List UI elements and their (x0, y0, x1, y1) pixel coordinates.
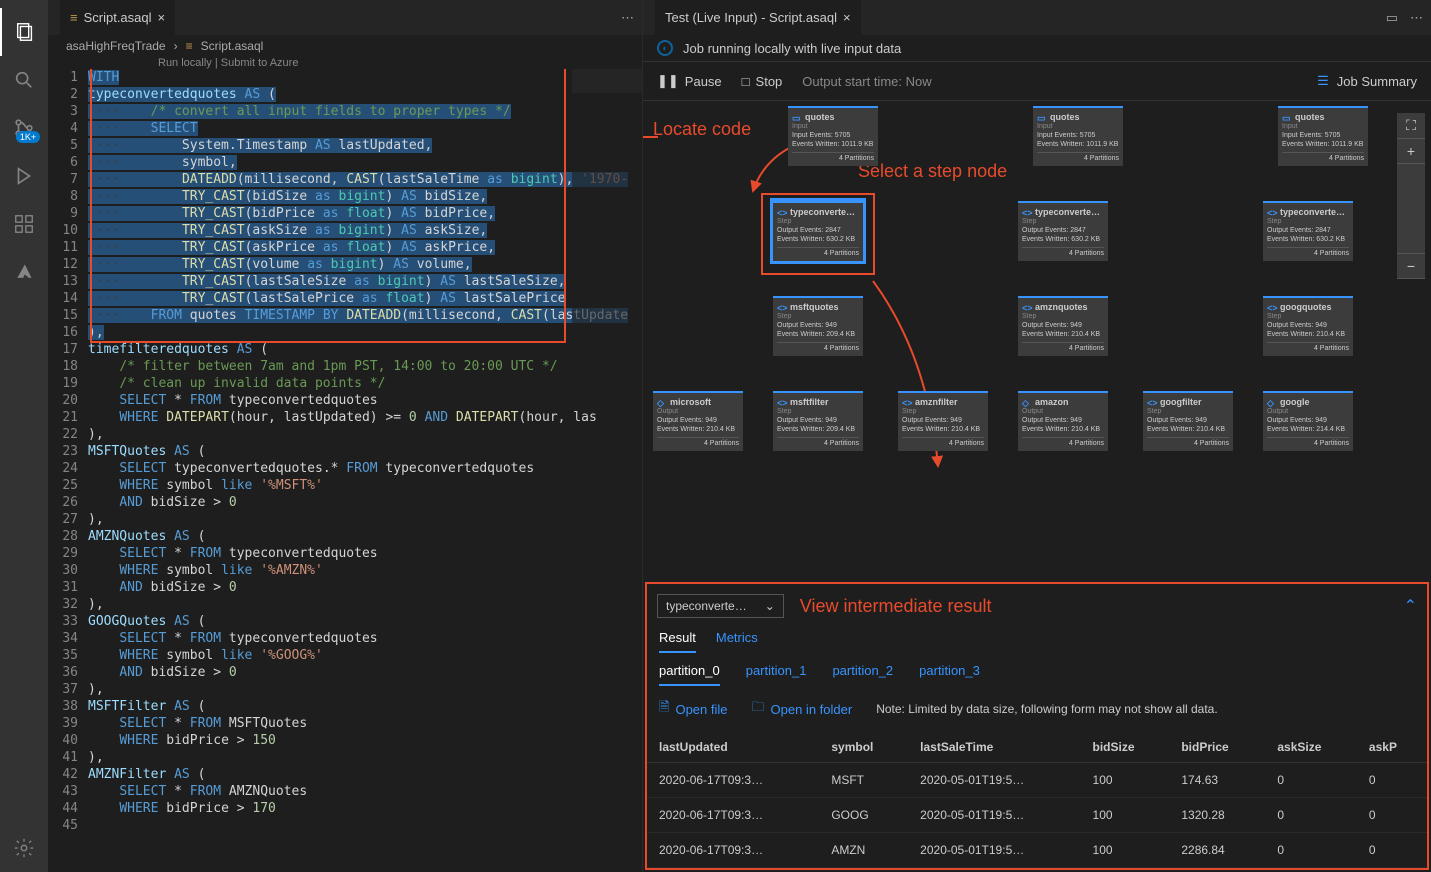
partition-0[interactable]: partition_0 (659, 663, 720, 686)
run-locally-link[interactable]: Run locally (158, 57, 212, 69)
results-panel: typeconverte… ⌄ View intermediate result… (645, 582, 1429, 870)
editor-tab[interactable]: ≡ Script.asaql × (60, 0, 175, 35)
partition-2[interactable]: partition_2 (832, 663, 893, 686)
minimap[interactable] (572, 69, 642, 369)
col-symbol[interactable]: symbol (819, 732, 908, 763)
zoom-controls: ⛶ + − (1397, 113, 1425, 279)
search-icon[interactable] (0, 56, 48, 104)
node-ms[interactable]: ◇microsoftOutputOutput Events: 949Events… (653, 391, 743, 451)
editor-tab-bar: ≡ Script.asaql × ⋯ (48, 0, 642, 35)
result-table: lastUpdatedsymbollastSaleTimebidSizebidP… (647, 732, 1427, 868)
chevron-down-icon: ⌄ (765, 599, 775, 613)
settings-icon[interactable] (0, 824, 48, 872)
col-bidPrice[interactable]: bidPrice (1169, 732, 1265, 763)
zoom-fit[interactable]: ⛶ (1397, 113, 1425, 139)
col-bidSize[interactable]: bidSize (1081, 732, 1170, 763)
node-mf[interactable]: <>msftfilterStepOutput Events: 949Events… (773, 391, 863, 451)
node-af[interactable]: <>amznfilterStepOutput Events: 949Events… (898, 391, 988, 451)
job-summary-button[interactable]: Job Summary (1337, 74, 1417, 89)
output-start-time: Output start time: Now (802, 74, 931, 89)
scm-badge: 1K+ (16, 131, 40, 143)
submit-azure-link[interactable]: Submit to Azure (221, 57, 299, 69)
right-tab-bar: Test (Live Input) - Script.asaql × ▭ ⋯ (643, 0, 1431, 35)
more-icon[interactable]: ⋯ (1410, 10, 1423, 26)
status-bar: ◐ Job running locally with live input da… (643, 35, 1431, 61)
test-pane: Test (Live Input) - Script.asaql × ▭ ⋯ ◐… (643, 0, 1431, 872)
node-t2[interactable]: <>typeconvertedquot…StepOutput Events: 2… (1018, 201, 1108, 261)
annotation-select: Select a step node (858, 161, 1007, 182)
data-limit-note: Note: Limited by data size, following fo… (876, 702, 1218, 716)
extensions-icon[interactable] (0, 200, 48, 248)
col-askSize[interactable]: askSize (1265, 732, 1357, 763)
tab-title: Test (Live Input) - Script.asaql (665, 10, 837, 25)
tab-result[interactable]: Result (659, 630, 696, 653)
stop-button[interactable]: □Stop (742, 74, 783, 89)
list-icon: ☰ (1317, 73, 1329, 89)
close-icon[interactable]: × (843, 10, 851, 25)
source-control-icon[interactable]: 1K+ (0, 104, 48, 152)
codelens: Run locally | Submit to Azure (48, 57, 642, 69)
table-row[interactable]: 2020-06-17T09:3…GOOG2020-05-01T19:5…1001… (647, 798, 1427, 833)
open-folder-link[interactable]: 🗀Open in folder (752, 698, 853, 720)
split-icon[interactable]: ▭ (1386, 10, 1398, 26)
step-dropdown[interactable]: typeconverte… ⌄ (657, 594, 784, 618)
azure-icon[interactable] (0, 248, 48, 296)
node-q1[interactable]: ▭quotesInputInput Events: 5705Events Wri… (788, 106, 878, 166)
close-icon[interactable]: × (158, 10, 166, 25)
stop-icon: □ (742, 74, 750, 89)
activity-bar: 1K+ (0, 0, 48, 872)
table-row[interactable]: 2020-06-17T09:3…MSFT2020-05-01T19:5…1001… (647, 763, 1427, 798)
node-go[interactable]: ◇googleOutputOutput Events: 949Events Wr… (1263, 391, 1353, 451)
pause-icon: ❚❚ (657, 73, 679, 89)
zoom-in[interactable]: + (1397, 139, 1425, 164)
file-icon: ≡ (70, 10, 78, 25)
table-row[interactable]: 2020-06-17T09:3…AMZN2020-05-01T19:5…1002… (647, 833, 1427, 868)
node-a1[interactable]: <>amznquotesStepOutput Events: 949Events… (1018, 296, 1108, 356)
annotation-locate: Locate code (653, 119, 751, 140)
col-lastUpdated[interactable]: lastUpdated (647, 732, 819, 763)
node-q3[interactable]: ▭quotesInputInput Events: 5705Events Wri… (1278, 106, 1368, 166)
file-icon: 🗎 (659, 698, 669, 720)
tab-metrics[interactable]: Metrics (716, 630, 758, 653)
tab-title: Script.asaql (84, 10, 152, 25)
partition-3[interactable]: partition_3 (919, 663, 980, 686)
node-t1[interactable]: <>typeconvertedquot…StepOutput Events: 2… (773, 201, 863, 261)
run-icon[interactable] (0, 152, 48, 200)
folder-icon: 🗀 (752, 698, 765, 720)
result-tabs: Result Metrics (647, 622, 1427, 653)
col-askP[interactable]: askP (1357, 732, 1427, 763)
breadcrumb[interactable]: asaHighFreqTrade › ≡ Script.asaql (48, 35, 642, 57)
test-toolbar: ❚❚Pause □Stop Output start time: Now ☰ J… (643, 61, 1431, 101)
col-lastSaleTime[interactable]: lastSaleTime (908, 732, 1080, 763)
more-icon[interactable]: ⋯ (621, 10, 634, 26)
collapse-icon[interactable]: ⌃ (1404, 596, 1417, 616)
node-m1[interactable]: <>msftquotesStepOutput Events: 949Events… (773, 296, 863, 356)
node-t3[interactable]: <>typeconvertedquot…StepOutput Events: 2… (1263, 201, 1353, 261)
node-am[interactable]: ◇amazonOutputOutput Events: 949Events Wr… (1018, 391, 1108, 451)
code-editor[interactable]: 1234567891011121314151617181920212223242… (48, 69, 642, 872)
node-q2[interactable]: ▭quotesInputInput Events: 5705Events Wri… (1033, 106, 1123, 166)
status-text: Job running locally with live input data (683, 41, 901, 56)
node-g1[interactable]: <>googquotesStepOutput Events: 949Events… (1263, 296, 1353, 356)
explorer-icon[interactable] (0, 8, 48, 56)
node-gf[interactable]: <>googfilterStepOutput Events: 949Events… (1143, 391, 1233, 451)
partition-1[interactable]: partition_1 (746, 663, 807, 686)
partition-tabs: partition_0 partition_1 partition_2 part… (647, 653, 1427, 686)
annotation-view: View intermediate result (800, 596, 992, 617)
job-diagram[interactable]: Locate code Select a step node ⛶ + − ▭qu… (643, 101, 1431, 582)
zoom-slider[interactable] (1397, 164, 1425, 254)
spinner-icon: ◐ (657, 40, 673, 56)
test-tab[interactable]: Test (Live Input) - Script.asaql × (655, 0, 861, 35)
editor-pane: ≡ Script.asaql × ⋯ asaHighFreqTrade › ≡ … (48, 0, 643, 872)
open-file-link[interactable]: 🗎Open file (659, 698, 728, 720)
zoom-out[interactable]: − (1397, 254, 1425, 279)
pause-button[interactable]: ❚❚Pause (657, 73, 722, 89)
